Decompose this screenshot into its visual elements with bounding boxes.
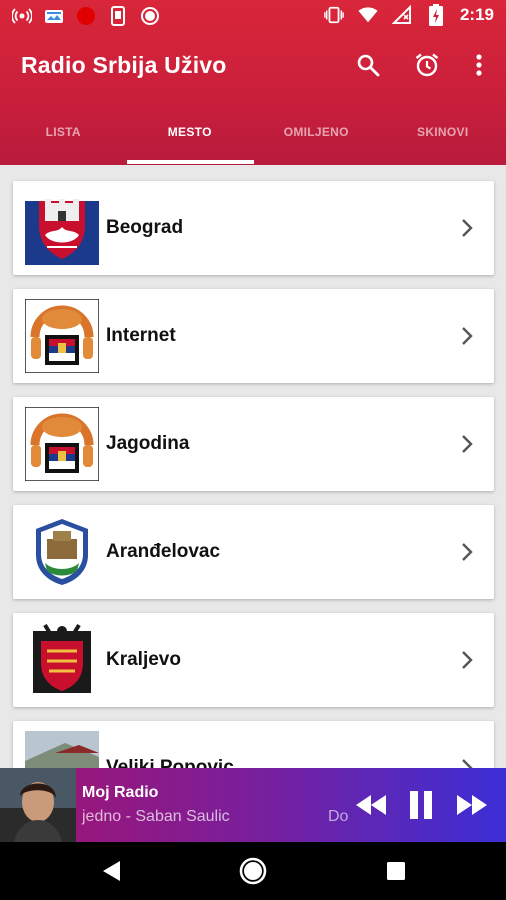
place-name: Internet [106,325,176,346]
chevron-right-icon [462,543,473,561]
place-item-beograd[interactable]: Beograd [13,181,494,275]
wifi-icon [358,5,378,25]
station-name: Moj Radio [82,784,159,801]
app-title: Radio Srbija Uživo [21,52,227,78]
rewind-icon [356,795,386,815]
no-sim-icon [391,5,412,25]
home-button[interactable] [237,855,269,887]
tab-skinovi[interactable]: SKINOVI [380,98,506,165]
alarm-button[interactable] [412,50,442,80]
alarm-icon [415,53,439,77]
place-name: Aranđelovac [106,541,221,562]
veliki-popovic-photo [25,731,99,769]
home-icon [239,857,267,885]
now-playing-artwork [0,768,76,842]
radio-serbia-logo-icon [25,299,99,373]
place-item-internet[interactable]: Internet [13,289,494,383]
more-vert-icon [476,54,482,76]
fast-forward-button[interactable] [455,790,489,820]
record-dot-icon [76,6,96,26]
track-title: jedno - Saban Saulic [82,808,230,825]
tab-indicator [127,160,254,164]
status-bar: 2:19 [0,0,506,32]
pause-icon [410,791,432,819]
back-icon [103,861,120,881]
place-item-veliki-popovic[interactable]: Veliki Popovic [13,721,494,769]
tab-omiljeno[interactable]: OMILJENO [253,98,380,165]
pause-button[interactable] [408,790,434,820]
radio-signal-icon [12,6,32,26]
beograd-coat-of-arms-icon [25,191,99,265]
mini-player[interactable]: Moj Radio jedno - Saban Saulic Do [0,768,506,842]
place-name: Beograd [106,217,184,238]
arandjelovac-coat-of-arms-icon [25,515,99,589]
system-nav-bar [0,842,506,900]
tab-bar: LISTA MESTO OMILJENO SKINOVI [0,98,506,165]
status-bar-system: 2:19 [324,4,494,26]
phone-icon [108,6,128,26]
app-header: 2:19 Radio Srbija Uživo LISTA MESTO OMIL… [0,0,506,165]
status-time: 2:19 [459,5,494,24]
search-button[interactable] [353,50,383,80]
place-list[interactable]: Beograd Internet Jagodina Aranđelovac Kr… [0,165,506,769]
recents-button[interactable] [380,855,412,887]
battery-charging-icon [426,4,446,26]
chevron-right-icon [462,651,473,669]
rewind-button[interactable] [354,790,388,820]
search-icon [357,54,380,77]
place-name: Jagodina [106,433,190,454]
chevron-right-icon [462,327,473,345]
recents-icon [387,862,405,880]
vibrate-icon [324,5,344,25]
cloud-photo-icon [44,6,64,26]
radio-serbia-logo-icon [25,407,99,481]
place-name: Kraljevo [106,649,181,670]
track-title-overflow: Do [328,808,349,825]
app-bar: Radio Srbija Uživo [0,32,506,98]
chevron-right-icon [462,219,473,237]
fast-forward-icon [457,795,487,815]
tab-mesto[interactable]: MESTO [127,98,254,165]
status-bar-notifications [12,6,160,26]
place-item-kraljevo[interactable]: Kraljevo [13,613,494,707]
circle-icon [140,6,160,26]
back-button[interactable] [95,855,127,887]
chevron-right-icon [462,435,473,453]
tab-lista[interactable]: LISTA [0,98,127,165]
place-item-arandjelovac[interactable]: Aranđelovac [13,505,494,599]
kraljevo-coat-of-arms-icon [25,623,99,697]
place-name: Veliki Popovic [106,757,234,769]
place-item-jagodina[interactable]: Jagodina [13,397,494,491]
more-options-button[interactable] [464,50,494,80]
